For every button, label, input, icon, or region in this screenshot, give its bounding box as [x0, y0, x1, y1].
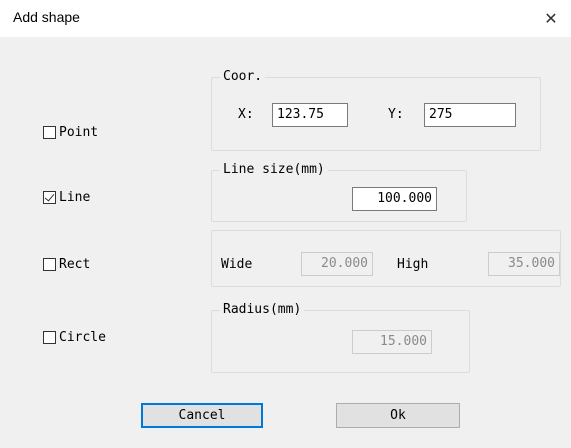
rect-checkbox[interactable]	[43, 258, 56, 271]
line-label: Line	[59, 190, 91, 205]
line-option[interactable]: Line	[43, 190, 90, 205]
y-label: Y:	[388, 107, 404, 122]
title-bar: Add shape ✕	[0, 0, 571, 37]
circle-option[interactable]: Circle	[43, 330, 106, 345]
circle-label: Circle	[59, 330, 106, 345]
window-title: Add shape	[13, 9, 80, 25]
cancel-button[interactable]: Cancel	[141, 403, 263, 428]
wide-input[interactable]: 20.000	[301, 252, 373, 276]
x-label: X:	[238, 107, 254, 122]
ok-button[interactable]: Ok	[336, 403, 460, 428]
wide-label: Wide	[221, 257, 253, 272]
point-label: Point	[59, 125, 99, 140]
x-coordinate-input[interactable]: 123.75	[272, 103, 348, 127]
line-checkbox[interactable]	[43, 191, 56, 204]
dialog-body: Point Line Rect Circle Coor. X: 123.75 Y…	[0, 37, 571, 448]
close-button[interactable]: ✕	[531, 0, 571, 37]
rect-option[interactable]: Rect	[43, 257, 90, 272]
coor-legend: Coor.	[220, 69, 266, 84]
rect-label: Rect	[59, 257, 91, 272]
y-coordinate-input[interactable]: 275	[424, 103, 516, 127]
high-input[interactable]: 35.000	[488, 252, 560, 276]
circle-checkbox[interactable]	[43, 331, 56, 344]
radius-input[interactable]: 15.000	[352, 330, 432, 354]
line-size-input[interactable]: 100.000	[352, 187, 437, 211]
close-icon: ✕	[544, 9, 558, 28]
point-option[interactable]: Point	[43, 125, 98, 140]
high-label: High	[397, 257, 429, 272]
radius-legend: Radius(mm)	[220, 302, 305, 317]
point-checkbox[interactable]	[43, 126, 56, 139]
line-size-legend: Line size(mm)	[220, 162, 328, 177]
